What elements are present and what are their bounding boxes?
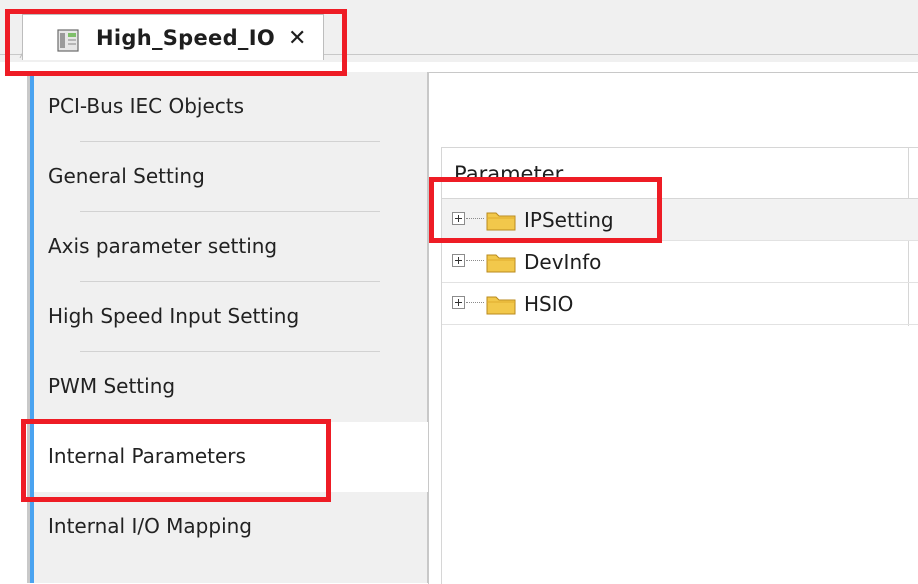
nav-item-label: General Setting bbox=[48, 164, 205, 188]
tree-connector bbox=[466, 260, 484, 262]
nav-item-high-speed-input-setting[interactable]: High Speed Input Setting bbox=[30, 282, 428, 352]
grid-header: Parameter bbox=[442, 148, 918, 199]
device-editor-nav: PCI-Bus IEC Objects General Setting Axis… bbox=[30, 72, 428, 583]
nav-item-label: PCI-Bus IEC Objects bbox=[48, 94, 245, 118]
nav-item-internal-io-mapping[interactable]: Internal I/O Mapping bbox=[30, 492, 428, 583]
tree-row-label: HSIO bbox=[524, 292, 574, 316]
tree-row-label: DevInfo bbox=[524, 250, 602, 274]
plus-expander-icon[interactable] bbox=[452, 212, 465, 225]
close-icon[interactable]: ✕ bbox=[288, 26, 306, 51]
folder-icon bbox=[486, 296, 516, 315]
nav-item-internal-parameters[interactable]: Internal Parameters bbox=[30, 422, 428, 492]
parameter-tree-grid: Parameter IPSetting DevInfo HSIO bbox=[441, 147, 918, 584]
tree-row-ipsetting[interactable]: IPSetting bbox=[442, 199, 918, 241]
nav-item-pci-bus-iec-objects[interactable]: PCI-Bus IEC Objects bbox=[30, 72, 428, 142]
tree-connector bbox=[466, 218, 484, 220]
nav-item-label: Internal Parameters bbox=[48, 444, 246, 468]
folder-icon bbox=[486, 254, 516, 273]
nav-item-label: PWM Setting bbox=[48, 374, 176, 398]
tree-row-label: IPSetting bbox=[524, 208, 614, 232]
folder-icon bbox=[486, 212, 516, 231]
nav-item-pwm-setting[interactable]: PWM Setting bbox=[30, 352, 428, 422]
nav-item-label: Internal I/O Mapping bbox=[48, 514, 253, 538]
plus-expander-icon[interactable] bbox=[452, 254, 465, 267]
editor-tab-title: High_Speed_IO bbox=[96, 26, 275, 50]
tree-row-hsio[interactable]: HSIO bbox=[442, 283, 918, 325]
device-module-icon bbox=[57, 29, 79, 52]
nav-item-general-setting[interactable]: General Setting bbox=[30, 142, 428, 212]
tree-row-devinfo[interactable]: DevInfo bbox=[442, 241, 918, 283]
nav-item-label: Axis parameter setting bbox=[48, 234, 278, 258]
nav-item-axis-parameter-setting[interactable]: Axis parameter setting bbox=[30, 212, 428, 282]
plus-expander-icon[interactable] bbox=[452, 296, 465, 309]
column-header-parameter[interactable]: Parameter bbox=[454, 162, 563, 186]
tree-connector bbox=[466, 302, 484, 304]
nav-item-label: High Speed Input Setting bbox=[48, 304, 300, 328]
